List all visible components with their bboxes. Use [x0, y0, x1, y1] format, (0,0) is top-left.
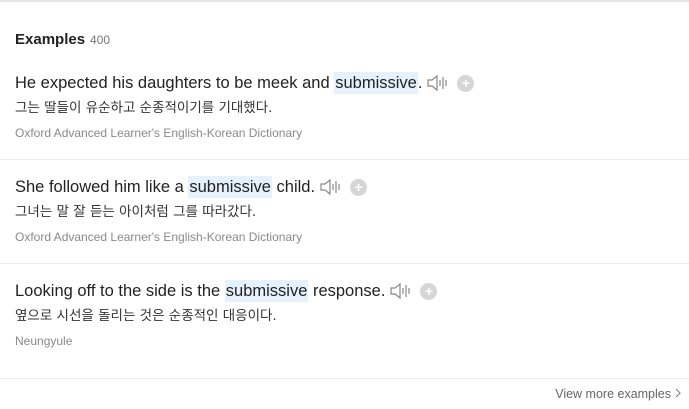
example-translation: 그는 딸들이 유순하고 순종적이기를 기대했다.: [15, 100, 273, 116]
example-translation: 그녀는 말 잘 듣는 아이처럼 그를 따라갔다.: [15, 204, 257, 220]
examples-count: 400: [90, 33, 111, 47]
sentence-text: response.: [308, 282, 386, 300]
speaker-icon[interactable]: [427, 73, 451, 93]
example-item: She followed him like a submissive child…: [15, 176, 689, 244]
speaker-icon[interactable]: [390, 281, 414, 301]
divider: [0, 159, 689, 160]
example-sentence: Looking off to the side is the submissiv…: [15, 280, 689, 302]
sentence-text: Looking off to the side is the: [15, 282, 225, 300]
sentence-text: child.: [271, 178, 316, 196]
sentence-text: She followed him like a: [15, 178, 189, 196]
divider: [0, 378, 689, 379]
example-source: Oxford Advanced Learner's English-Korean…: [15, 230, 303, 244]
sentence-text: He expected his daughters to be meek and: [15, 74, 335, 92]
example-translation: 옆으로 시선을 돌리는 것은 순종적인 대응이다.: [15, 308, 277, 324]
example-source: Neungyule: [15, 334, 73, 348]
example-sentence: He expected his daughters to be meek and…: [15, 72, 689, 94]
example-sentence: She followed him like a submissive child…: [15, 176, 689, 198]
example-item: Looking off to the side is the submissiv…: [15, 280, 689, 348]
example-source: Oxford Advanced Learner's English-Korean…: [15, 126, 303, 140]
keyword-highlight: submissive: [334, 72, 418, 94]
divider: [0, 263, 689, 264]
sentence-text: .: [417, 74, 423, 92]
keyword-highlight: submissive: [188, 176, 272, 198]
speaker-icon[interactable]: [320, 177, 344, 197]
chevron-right-icon: [675, 387, 681, 401]
plus-circle-icon[interactable]: +: [420, 282, 438, 300]
top-divider: [0, 0, 689, 2]
view-more-label: View more examples: [555, 387, 671, 401]
plus-circle-icon[interactable]: +: [350, 178, 368, 196]
examples-title: Examples: [15, 31, 86, 48]
examples-header: Examples 400: [15, 31, 110, 48]
keyword-highlight: submissive: [224, 280, 309, 302]
view-more-examples-link[interactable]: View more examples: [555, 387, 681, 401]
plus-circle-icon[interactable]: +: [457, 74, 475, 92]
example-item: He expected his daughters to be meek and…: [15, 72, 689, 140]
